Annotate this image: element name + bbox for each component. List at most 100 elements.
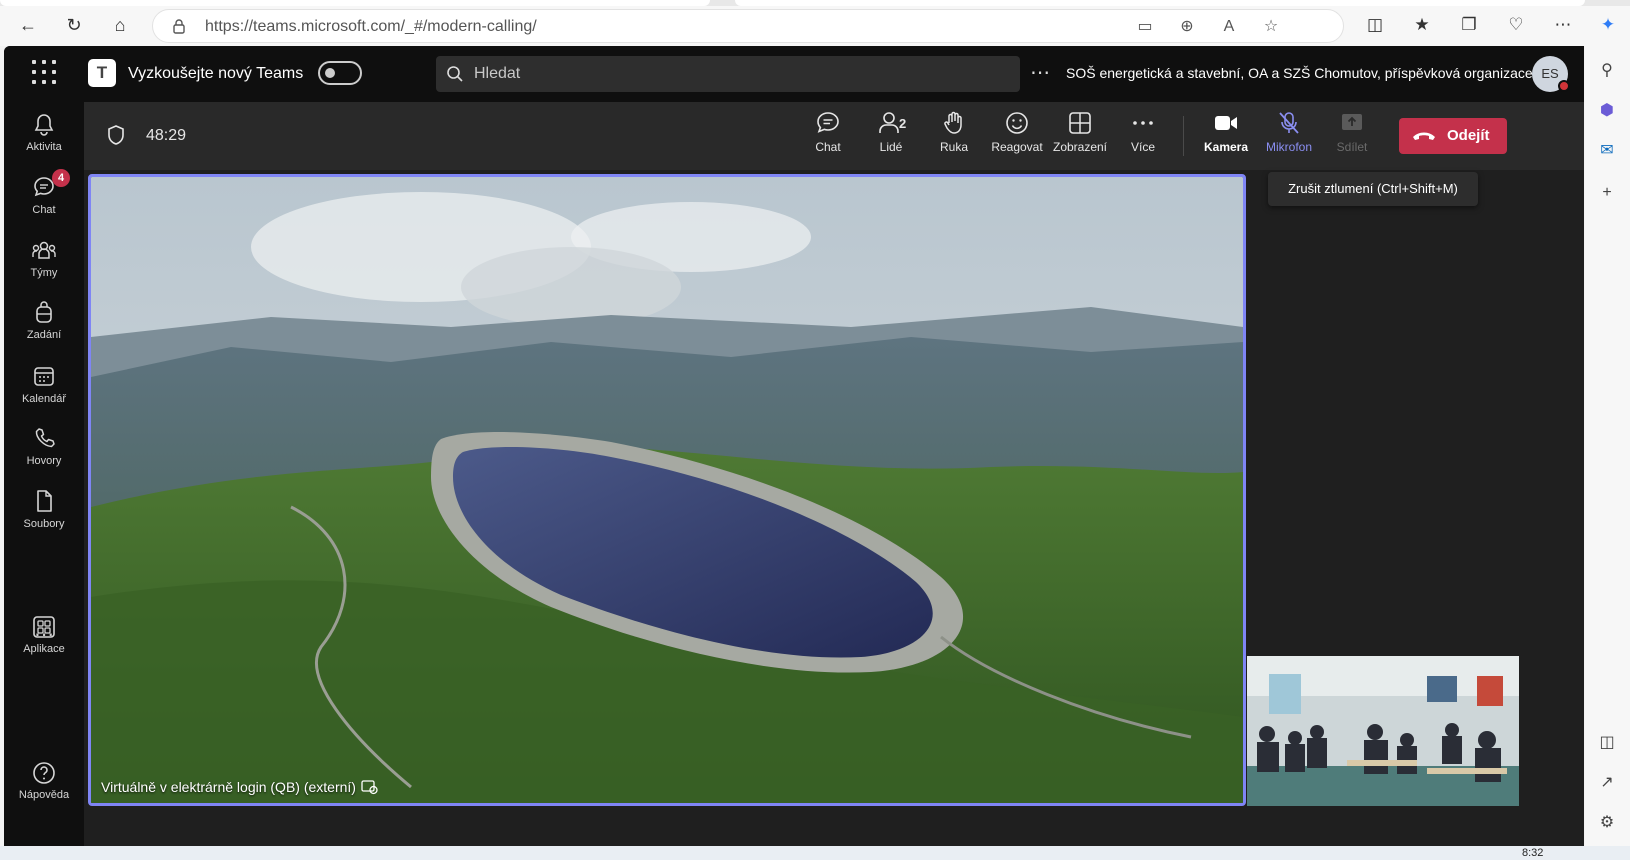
search-icon[interactable]: ⚲ [1596, 60, 1618, 82]
view-button[interactable]: Zobrazení [1048, 110, 1112, 166]
help-icon [33, 762, 55, 784]
more-icon [1133, 121, 1153, 125]
organization-name[interactable]: SOŠ energetická a stavební, OA a SZŠ Cho… [1066, 65, 1533, 81]
toolbar-divider [1183, 116, 1184, 156]
raise-hand-button[interactable]: Ruka [922, 110, 986, 166]
lock-icon[interactable] [171, 18, 187, 34]
mic-label: Mikrofon [1265, 140, 1312, 154]
people-label: Lidé [879, 140, 903, 154]
rail-label: Zadání [26, 329, 62, 341]
presenter-video-tile[interactable]: Virtuálně v elektrárně login (QB) (exter… [88, 174, 1246, 806]
taskbar-clock[interactable]: 8:32 [1522, 847, 1543, 859]
os-taskbar: 8:32 [0, 846, 1630, 860]
rail-item-apps[interactable]: Aplikace [4, 614, 84, 670]
settings-more-icon[interactable]: ⋯ [1551, 13, 1575, 37]
rail-item-chat[interactable]: 4 Chat [4, 169, 84, 231]
rail-item-activity[interactable]: Aktivita [4, 112, 84, 168]
sidebar-toggle-icon[interactable]: ◫ [1596, 732, 1618, 754]
teams-app: T Vyzkoušejte nový Teams Hledat ⋯ SOŠ en… [4, 46, 1584, 846]
chat-button[interactable]: Chat [796, 110, 860, 166]
self-view-video[interactable] [1247, 656, 1519, 806]
browser-essentials-icon[interactable]: ♡ [1504, 13, 1528, 37]
teams-icon [32, 241, 56, 259]
browser-sidebar: ⚲ ⬢ ✉ + ◫ ↗ ⚙ [1585, 46, 1630, 846]
gear-icon[interactable]: ⚙ [1596, 812, 1618, 834]
address-bar[interactable]: https://teams.microsoft.com/_#/modern-ca… [152, 9, 1344, 43]
rail-item-files[interactable]: Soubory [4, 489, 84, 545]
chat-label: Chat [815, 140, 841, 154]
video-icon[interactable]: ▭ [1135, 17, 1155, 37]
rail-label: Hovory [26, 455, 62, 467]
presenter-video-frame [91, 177, 1243, 803]
search-placeholder: Hledat [474, 65, 521, 82]
share-label: Sdílet [1336, 140, 1368, 154]
add-icon[interactable]: + [1596, 182, 1618, 204]
microphone-button[interactable]: Mikrofon [1257, 110, 1321, 166]
rail-item-calendar[interactable]: Kalendář [4, 364, 84, 420]
browser-toolbar: ← ↻ ⌂ https://teams.microsoft.com/_#/mod… [0, 0, 1630, 46]
app-launcher-icon[interactable] [32, 60, 58, 86]
view-label: Zobrazení [1052, 140, 1108, 154]
camera-label: Kamera [1203, 140, 1249, 154]
outlook-icon[interactable]: ✉ [1596, 140, 1618, 162]
hand-label: Ruka [939, 140, 968, 154]
new-teams-toggle[interactable] [318, 61, 362, 85]
background-effect-icon [361, 780, 378, 795]
classroom-video-frame [1247, 656, 1519, 806]
more-button[interactable]: Více [1111, 110, 1175, 166]
presenter-name-label: Virtuálně v elektrárně login (QB) (exter… [101, 779, 356, 795]
phone-icon [35, 428, 55, 448]
unread-badge: 4 [52, 169, 70, 187]
search-input[interactable]: Hledat [436, 56, 1020, 92]
leave-button[interactable]: Odejít [1399, 118, 1507, 154]
rail-item-teams[interactable]: Týmy [4, 238, 84, 294]
unmute-tooltip: Zrušit ztlumení (Ctrl+Shift+M) [1268, 172, 1478, 206]
chat-icon [817, 112, 839, 133]
avatar[interactable]: ES [1532, 56, 1570, 92]
share-button[interactable]: Sdílet [1320, 110, 1384, 166]
calendar-icon [34, 367, 54, 386]
presence-busy-icon [1558, 80, 1570, 92]
rail-item-assignments[interactable]: Zadání [4, 300, 84, 356]
home-icon[interactable]: ⌂ [108, 13, 132, 37]
m365-icon[interactable]: ⬢ [1596, 100, 1618, 122]
rail-item-help[interactable]: Nápověda [4, 760, 84, 816]
hang-up-icon [1413, 132, 1435, 140]
split-screen-icon[interactable]: ◫ [1363, 13, 1387, 37]
external-link-icon[interactable]: ↗ [1596, 772, 1618, 794]
leave-label: Odejít [1447, 127, 1490, 144]
apps-icon [33, 616, 55, 638]
teams-header: T Vyzkoušejte nový Teams Hledat ⋯ SOŠ en… [4, 46, 1584, 102]
rail-label: Kalendář [21, 393, 67, 405]
more-label: Více [1130, 140, 1155, 154]
backpack-icon [36, 301, 52, 323]
url-text[interactable]: https://teams.microsoft.com/_#/modern-ca… [205, 18, 537, 36]
zoom-icon[interactable]: ⊕ [1177, 17, 1197, 37]
rail-label: Týmy [30, 267, 58, 279]
rail-item-calls[interactable]: Hovory [4, 426, 84, 482]
shield-icon[interactable] [106, 124, 126, 146]
back-arrow-icon[interactable]: ← [16, 13, 40, 37]
react-button[interactable]: Reagovat [985, 110, 1049, 166]
bell-icon [34, 114, 54, 136]
refresh-icon[interactable]: ↻ [62, 13, 86, 37]
read-aloud-icon[interactable]: A [1219, 17, 1239, 37]
mic-muted-icon [1279, 112, 1299, 134]
favorites-icon[interactable]: ★ [1410, 13, 1434, 37]
share-screen-icon [1342, 114, 1362, 130]
people-button[interactable]: 2 Lidé [859, 110, 923, 166]
more-options-icon[interactable]: ⋯ [1030, 60, 1051, 85]
camera-button[interactable]: Kamera [1194, 110, 1258, 166]
grid-view-icon [1069, 112, 1091, 134]
browser-tab[interactable] [735, 0, 1585, 6]
browser-tab[interactable] [0, 0, 710, 6]
favorite-star-icon[interactable]: ☆ [1261, 17, 1281, 37]
rail-label: Aplikace [23, 643, 65, 655]
emoji-icon [1006, 112, 1028, 134]
rail-label: Aktivita [26, 141, 62, 153]
file-icon [37, 490, 52, 512]
collections-icon[interactable]: ❐ [1457, 13, 1481, 37]
teams-logo-icon: T [88, 59, 116, 87]
copilot-icon[interactable]: ✦ [1596, 13, 1620, 37]
people-count: 2 [899, 116, 907, 131]
